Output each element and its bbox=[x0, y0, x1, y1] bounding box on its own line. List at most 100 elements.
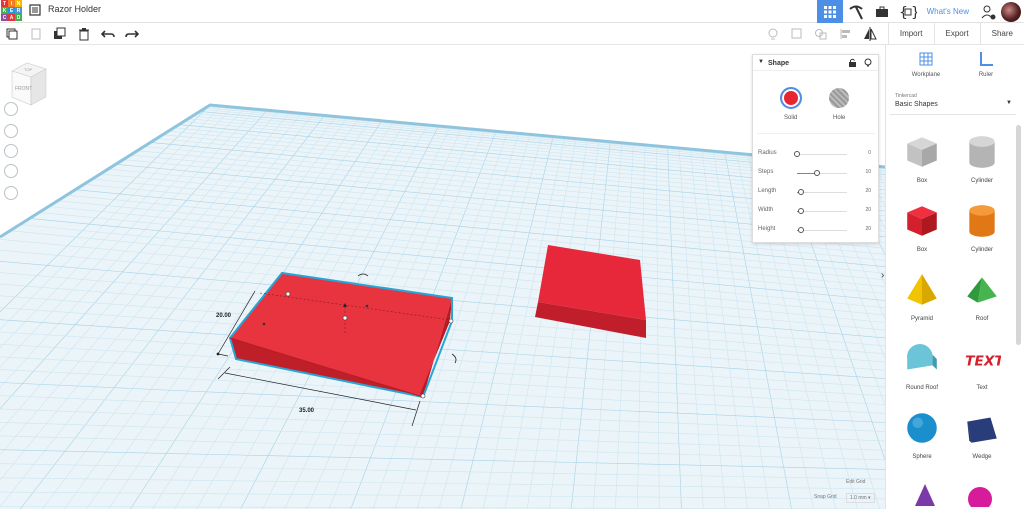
shape-label: Cylinder bbox=[970, 247, 993, 253]
user-add-icon bbox=[981, 5, 996, 19]
user-avatar[interactable] bbox=[1001, 1, 1021, 22]
dropdown-arrow-icon: ▼ bbox=[1006, 100, 1012, 106]
shape-item[interactable]: TEXT Text bbox=[952, 340, 1012, 391]
snap-grid-select[interactable]: 1.0 mm ▾ bbox=[846, 493, 875, 503]
add-user-button[interactable] bbox=[975, 0, 1001, 23]
round-roof-icon bbox=[907, 344, 937, 370]
delete-icon[interactable] bbox=[77, 27, 91, 41]
tab-export[interactable]: Export bbox=[933, 23, 980, 45]
property-value[interactable]: 0 bbox=[868, 150, 871, 156]
dimension-length-label[interactable]: 35.00 bbox=[299, 408, 314, 414]
workplane-tool[interactable]: Workplane bbox=[896, 51, 956, 78]
shape-label: Box bbox=[916, 178, 928, 184]
undo-icon[interactable] bbox=[101, 27, 115, 41]
slider-knob[interactable] bbox=[814, 170, 820, 176]
duplicate-icon[interactable] bbox=[53, 27, 67, 41]
whats-new-link[interactable]: What's New bbox=[921, 7, 975, 16]
solid-color-swatch[interactable] bbox=[780, 87, 802, 109]
slider-track[interactable] bbox=[797, 192, 847, 193]
shape-label: Roof bbox=[975, 316, 989, 322]
shape-label: Pyramid bbox=[910, 316, 933, 322]
slider-knob[interactable] bbox=[798, 189, 804, 195]
shape-label: Round Roof bbox=[905, 385, 939, 391]
view-cube-top: TOP bbox=[24, 67, 32, 72]
logo-letter: T bbox=[1, 0, 8, 7]
svg-text:{: { bbox=[899, 5, 908, 20]
hole-swatch[interactable] bbox=[829, 88, 849, 108]
lock-icon[interactable] bbox=[848, 58, 857, 68]
cylinder-icon bbox=[969, 205, 995, 237]
pickaxe-icon bbox=[848, 5, 863, 19]
design-menu-icon[interactable] bbox=[29, 4, 41, 16]
property-value[interactable]: 20 bbox=[865, 188, 871, 194]
shape-inspector-header[interactable]: ▼ Shape bbox=[753, 55, 878, 71]
code-blocks-icon: { } bbox=[899, 5, 917, 20]
copy-icon[interactable] bbox=[5, 27, 19, 41]
property-value[interactable]: 10 bbox=[865, 169, 871, 175]
sidebar-collapse-chevron-icon[interactable]: › bbox=[881, 270, 884, 281]
file-actions: Import Export Share bbox=[887, 23, 1024, 45]
slider-knob[interactable] bbox=[794, 151, 800, 157]
top-bar: TINKERCAD Razor Holder {What's New bbox=[0, 0, 1024, 23]
collapse-caret-icon[interactable]: ▼ bbox=[758, 59, 764, 65]
dimension-width-label[interactable]: 20.00 bbox=[216, 313, 231, 319]
light-bulb-icon[interactable] bbox=[864, 58, 872, 68]
shape-item[interactable]: Roof bbox=[952, 271, 1012, 322]
note-bulb-icon[interactable] bbox=[766, 27, 780, 41]
wedge-icon bbox=[967, 417, 997, 443]
slider-knob[interactable] bbox=[798, 208, 804, 214]
shape-item[interactable]: Box bbox=[892, 133, 952, 184]
property-width: Width 20 bbox=[757, 205, 875, 217]
home-view-button[interactable] bbox=[4, 102, 18, 116]
fit-view-button[interactable] bbox=[4, 124, 18, 138]
sidebar-scrollbar[interactable] bbox=[1016, 125, 1021, 345]
shape-item[interactable]: Sphere bbox=[892, 409, 952, 460]
shape-item[interactable]: Pyramid bbox=[892, 271, 952, 322]
zoom-in-button[interactable] bbox=[4, 144, 18, 158]
edit-grid-link[interactable]: Edit Grid bbox=[846, 479, 865, 485]
ortho-view-button[interactable] bbox=[4, 186, 18, 200]
slider-knob[interactable] bbox=[798, 227, 804, 233]
ruler-label: Ruler bbox=[978, 72, 994, 78]
shape-library-select[interactable]: Tinkercad Basic Shapes ▼ bbox=[890, 90, 1016, 115]
property-value[interactable]: 20 bbox=[865, 207, 871, 213]
slider-track[interactable] bbox=[797, 211, 847, 212]
shape-item[interactable]: Round Roof bbox=[892, 340, 952, 391]
tinkercad-logo[interactable]: TINKERCAD bbox=[1, 0, 23, 22]
align-icon[interactable] bbox=[839, 27, 853, 41]
design-title[interactable]: Razor Holder bbox=[48, 4, 101, 14]
logo-letter: I bbox=[8, 0, 15, 7]
codeblocks-button[interactable]: { } bbox=[895, 0, 921, 23]
view-cube-front: FRONT bbox=[15, 86, 32, 92]
lessons-button[interactable] bbox=[869, 0, 895, 23]
shape-item[interactable]: Wedge bbox=[952, 409, 1012, 460]
shape-label: Cylinder bbox=[970, 178, 993, 184]
ungroup-icon[interactable] bbox=[814, 27, 828, 41]
paste-icon[interactable] bbox=[29, 27, 43, 41]
shape-item[interactable]: Box bbox=[892, 202, 952, 253]
group-icon[interactable] bbox=[790, 27, 804, 41]
tab-share[interactable]: Share bbox=[979, 23, 1024, 45]
property-height: Height 20 bbox=[757, 224, 875, 236]
redo-icon[interactable] bbox=[125, 27, 139, 41]
tab-import[interactable]: Import bbox=[887, 23, 934, 45]
pyramid-icon bbox=[907, 274, 937, 305]
3d-design-view-button[interactable] bbox=[816, 0, 843, 23]
ruler-icon bbox=[980, 52, 993, 66]
cone-icon[interactable] bbox=[912, 482, 938, 506]
paraboloid-icon[interactable] bbox=[966, 485, 994, 507]
svg-text:TEXT: TEXT bbox=[965, 353, 1001, 369]
shape-item[interactable]: Cylinder bbox=[952, 202, 1012, 253]
slider-track[interactable] bbox=[797, 230, 847, 231]
edit-toolbar bbox=[0, 23, 1024, 45]
shape-item[interactable]: Cylinder bbox=[952, 133, 1012, 184]
mirror-icon[interactable] bbox=[863, 27, 877, 41]
zoom-out-button[interactable] bbox=[4, 164, 18, 178]
right-sidebar: Workplane Ruler Tinkercad Basic Shapes ▼… bbox=[885, 45, 1024, 509]
top-bar-right: { } What's New bbox=[816, 0, 1024, 23]
snap-grid-label: Snap Grid bbox=[814, 494, 837, 500]
ruler-tool[interactable]: Ruler bbox=[956, 51, 1016, 78]
slider-track[interactable] bbox=[797, 154, 847, 155]
property-value[interactable]: 20 bbox=[865, 226, 871, 232]
minecraft-view-button[interactable] bbox=[843, 0, 869, 23]
